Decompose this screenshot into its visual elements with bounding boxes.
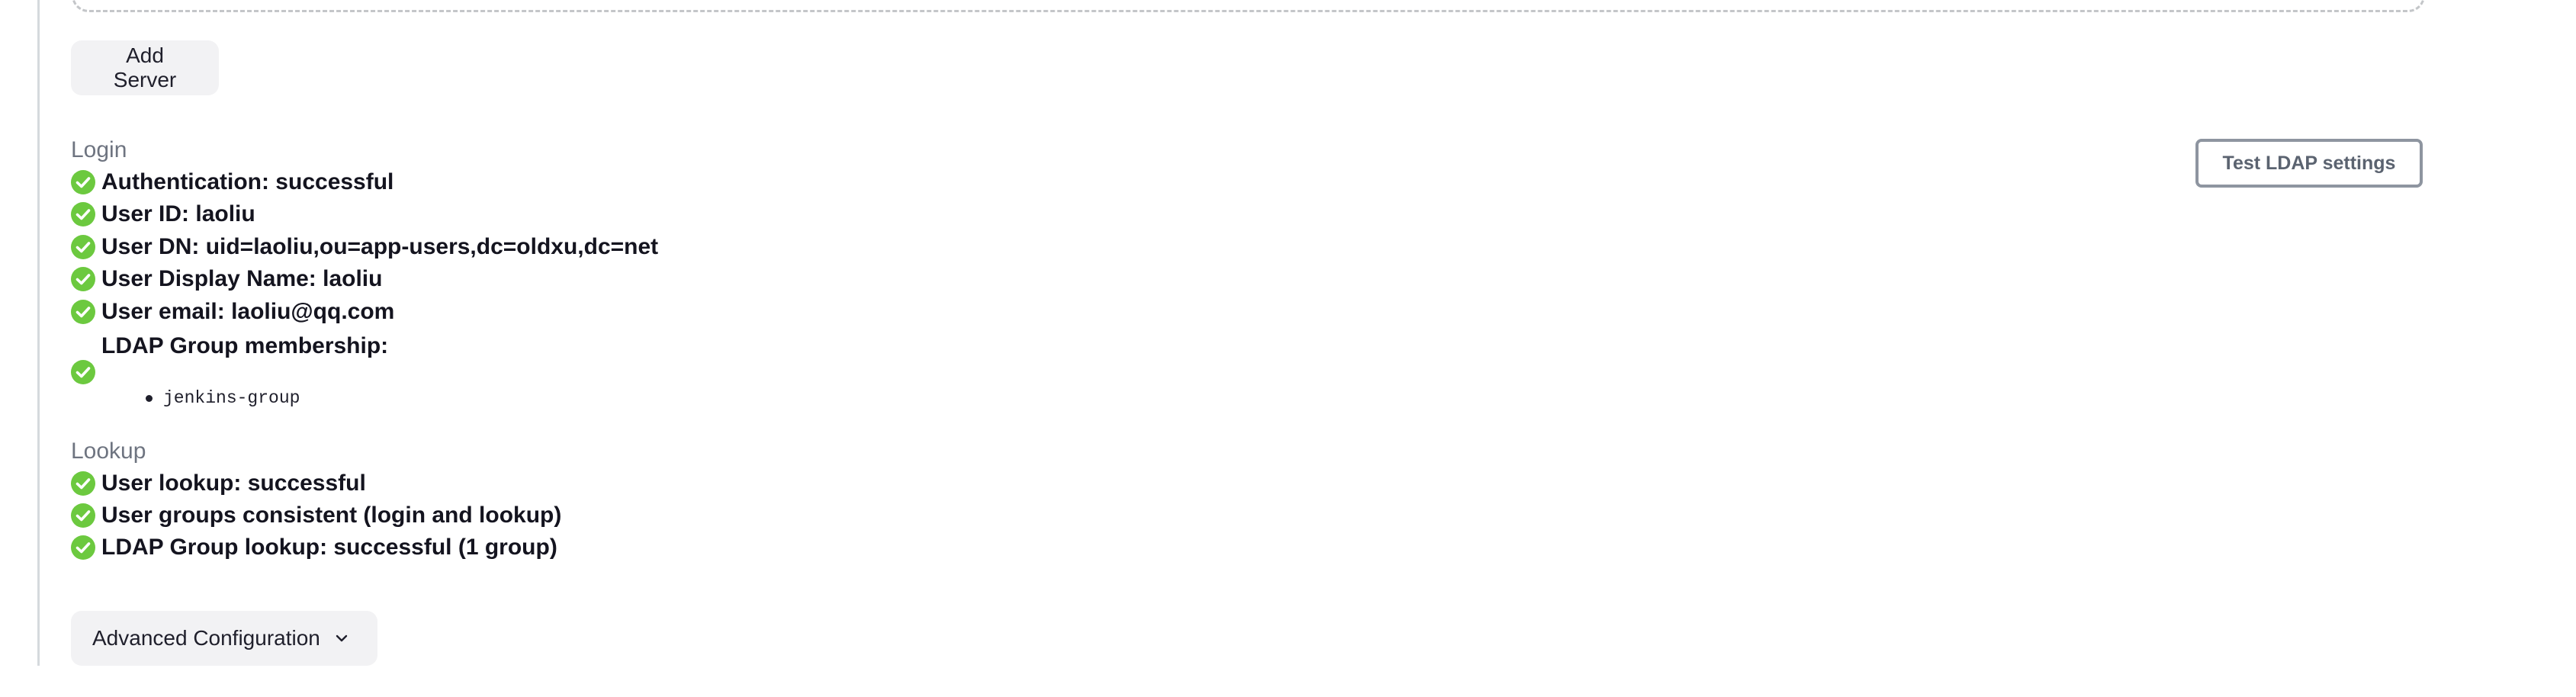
login-result-text: Authentication: successful [101,169,394,194]
group-name: jenkins-group [163,388,300,408]
check-circle-icon [71,267,95,291]
lookup-result-row: LDAP Group lookup: successful (1 group) [71,535,557,560]
login-result-text: User Display Name: laoliu [101,266,383,291]
chevron-down-icon [332,629,351,647]
login-result-row: User DN: uid=laoliu,ou=app-users,dc=oldx… [71,234,658,260]
lookup-result-text: LDAP Group lookup: successful (1 group) [101,535,557,560]
check-circle-icon [71,300,95,324]
check-circle-icon [71,535,95,560]
check-circle-icon [71,202,95,226]
check-circle-icon [71,170,95,194]
check-circle-icon [71,503,95,528]
login-result-row: User Display Name: laoliu [71,266,382,292]
check-circle-icon [71,360,95,384]
check-circle-icon [71,235,95,259]
section-left-rule [37,0,40,666]
lookup-result-row: User lookup: successful [71,471,366,496]
group-list: jenkins-group [146,388,300,408]
login-result-text: User ID: laoliu [101,201,255,226]
group-membership-block: LDAP Group membership: jenkins-group [71,333,986,417]
lookup-section-title: Lookup [71,438,146,464]
lookup-result-text: User groups consistent (login and lookup… [101,503,562,528]
server-list-dropzone [72,0,2425,12]
login-result-row: Authentication: successful [71,169,393,195]
group-membership-label: LDAP Group membership: [101,333,389,358]
login-result-text: User DN: uid=laoliu,ou=app-users,dc=oldx… [101,234,659,259]
test-ldap-settings-button[interactable]: Test LDAP settings [2195,139,2423,188]
login-result-row: User email: laoliu@qq.com [71,299,394,325]
add-server-button[interactable]: Add Server [71,40,219,95]
ldap-config-panel: Add Server Test LDAP settings Login Auth… [0,0,2576,697]
lookup-result-row: User groups consistent (login and lookup… [71,503,561,528]
login-result-row: User ID: laoliu [71,201,255,227]
group-list-item: jenkins-group [146,388,300,408]
lookup-result-text: User lookup: successful [101,471,366,496]
login-section-title: Login [71,137,127,162]
check-circle-icon [71,471,95,496]
login-result-text: User email: laoliu@qq.com [101,299,395,324]
advanced-configuration-label: Advanced Configuration [92,626,320,650]
advanced-configuration-button[interactable]: Advanced Configuration [71,611,377,666]
